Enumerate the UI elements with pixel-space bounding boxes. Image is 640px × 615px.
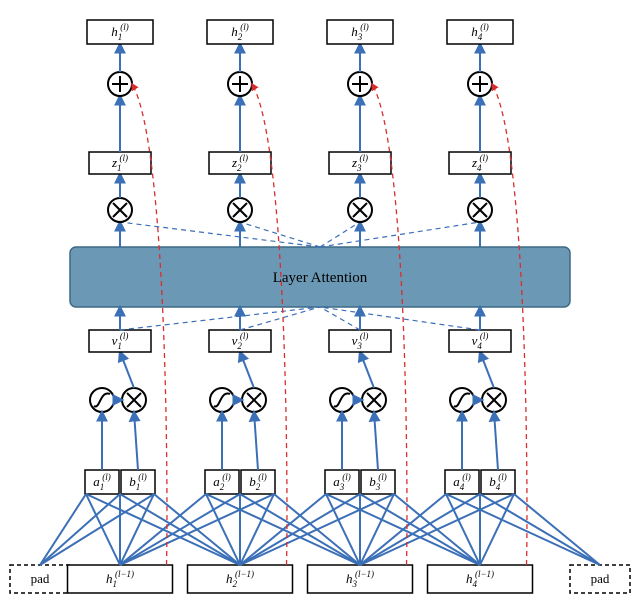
pad-label-left: pad bbox=[31, 571, 50, 586]
sigmoid-icon-2 bbox=[210, 388, 234, 412]
layer-attention-label: Layer Attention bbox=[273, 270, 368, 286]
sigmoid-icon-4 bbox=[450, 388, 474, 412]
pad-label-right: pad bbox=[591, 571, 610, 586]
sigmoid-icon-1 bbox=[90, 388, 114, 412]
diagram: padpadh1(l−1)h2(l−1)h3(l−1)h4(l−1)a1(l)b… bbox=[0, 0, 640, 615]
sigmoid-icon-3 bbox=[330, 388, 354, 412]
